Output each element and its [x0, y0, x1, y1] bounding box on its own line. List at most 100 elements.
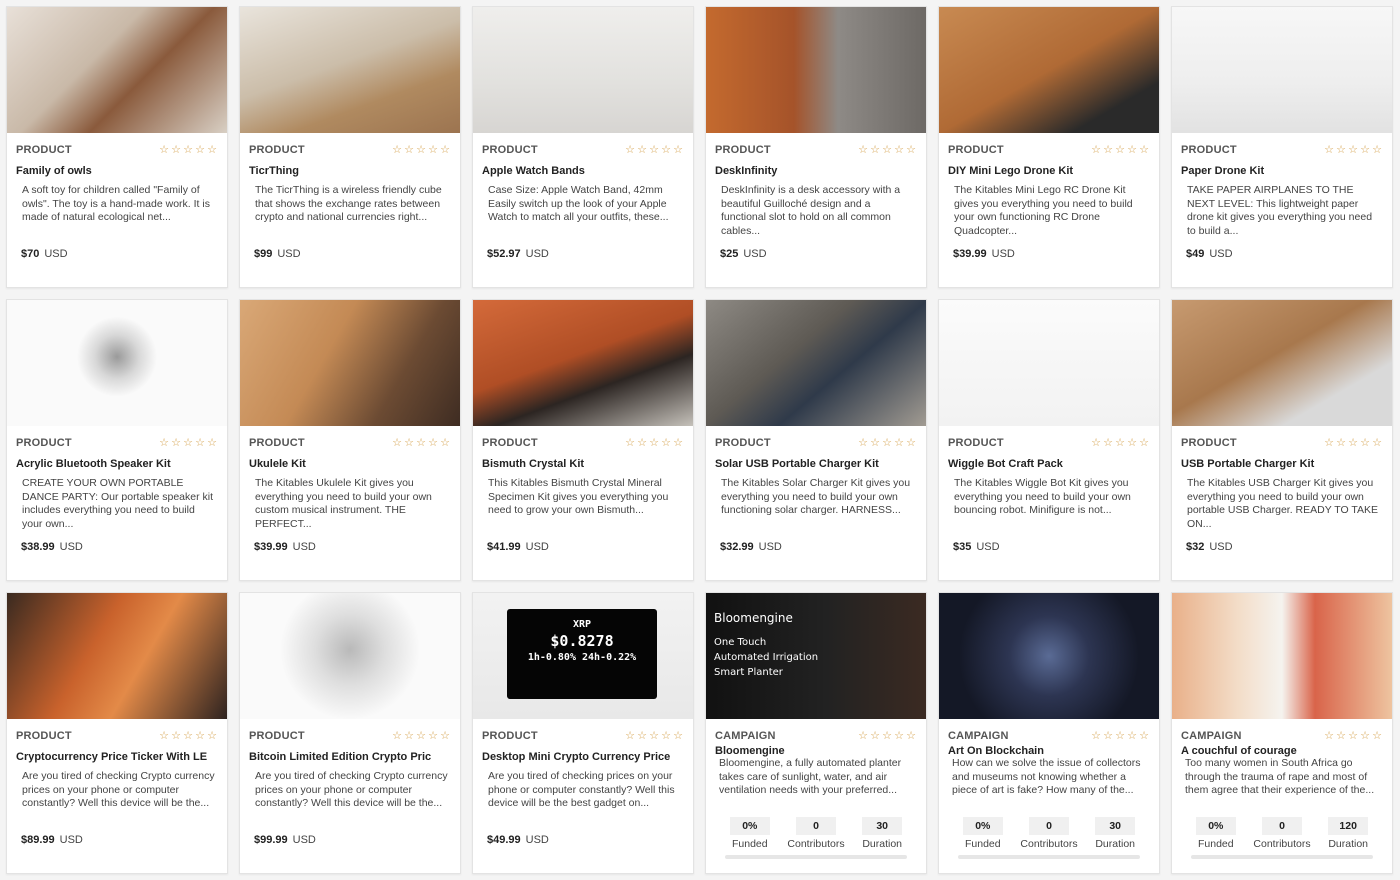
star-icon[interactable]: ☆	[182, 437, 194, 449]
item-title[interactable]: Bloomengine	[715, 745, 917, 757]
star-icon[interactable]: ☆	[1335, 437, 1347, 449]
paper-drone-image[interactable]	[1172, 7, 1392, 133]
star-icon[interactable]: ☆	[672, 730, 684, 742]
star-icon[interactable]: ☆	[170, 437, 182, 449]
star-icon[interactable]: ☆	[403, 730, 415, 742]
item-title[interactable]: Family of owls	[16, 165, 218, 177]
star-icon[interactable]: ☆	[869, 730, 881, 742]
bismuth-image[interactable]	[473, 300, 693, 426]
star-icon[interactable]: ☆	[648, 144, 660, 156]
star-icon[interactable]: ☆	[427, 437, 439, 449]
star-icon[interactable]: ☆	[1323, 144, 1335, 156]
star-icon[interactable]: ☆	[1114, 144, 1126, 156]
item-title[interactable]: Apple Watch Bands	[482, 165, 684, 177]
item-title[interactable]: A couchful of courage	[1181, 745, 1383, 757]
ticker-image[interactable]	[7, 593, 227, 719]
star-icon[interactable]: ☆	[893, 144, 905, 156]
star-icon[interactable]: ☆	[881, 437, 893, 449]
star-icon[interactable]: ☆	[403, 437, 415, 449]
campaign-card[interactable]: CAMPAIGN ☆ ☆ ☆ ☆ ☆ Art On Blockchain How can we…	[938, 592, 1160, 874]
star-icon[interactable]: ☆	[1335, 144, 1347, 156]
campaign-card[interactable]: CAMPAIGN ☆ ☆ ☆ ☆ ☆ A couchful of courage Too ma…	[1171, 592, 1393, 874]
star-icon[interactable]: ☆	[1126, 437, 1138, 449]
star-icon[interactable]: ☆	[182, 144, 194, 156]
item-title[interactable]: Desktop Mini Crypto Currency Price	[482, 751, 684, 763]
star-icon[interactable]: ☆	[869, 144, 881, 156]
drone-image[interactable]	[939, 7, 1159, 133]
star-icon[interactable]: ☆	[391, 144, 403, 156]
ticrthing-image[interactable]	[240, 7, 460, 133]
star-icon[interactable]: ☆	[427, 730, 439, 742]
product-card[interactable]: PRODUCT ☆ ☆ ☆ ☆ ☆ Family of owls A soft toy for…	[6, 6, 228, 288]
star-icon[interactable]: ☆	[624, 730, 636, 742]
star-icon[interactable]: ☆	[1347, 437, 1359, 449]
rating-stars[interactable]: ☆ ☆ ☆ ☆ ☆	[1323, 730, 1383, 742]
star-icon[interactable]: ☆	[1371, 730, 1383, 742]
star-icon[interactable]: ☆	[624, 437, 636, 449]
star-icon[interactable]: ☆	[881, 730, 893, 742]
star-icon[interactable]: ☆	[1114, 437, 1126, 449]
star-icon[interactable]: ☆	[415, 730, 427, 742]
rating-stars[interactable]: ☆ ☆ ☆ ☆ ☆	[1090, 144, 1150, 156]
star-icon[interactable]: ☆	[1126, 730, 1138, 742]
item-title[interactable]: Solar USB Portable Charger Kit	[715, 458, 917, 470]
bloomengine-image[interactable]: Bloomengine One Touch Automated Irrigation…	[706, 593, 926, 719]
star-icon[interactable]: ☆	[672, 144, 684, 156]
star-icon[interactable]: ☆	[415, 144, 427, 156]
star-icon[interactable]: ☆	[636, 144, 648, 156]
star-icon[interactable]: ☆	[1102, 730, 1114, 742]
star-icon[interactable]: ☆	[1359, 144, 1371, 156]
item-title[interactable]: Art On Blockchain	[948, 745, 1150, 757]
rating-stars[interactable]: ☆ ☆ ☆ ☆ ☆	[391, 144, 451, 156]
rating-stars[interactable]: ☆ ☆ ☆ ☆ ☆	[158, 144, 218, 156]
star-icon[interactable]: ☆	[158, 437, 170, 449]
item-title[interactable]: Acrylic Bluetooth Speaker Kit	[16, 458, 218, 470]
star-icon[interactable]: ☆	[439, 144, 451, 156]
star-icon[interactable]: ☆	[194, 144, 206, 156]
star-icon[interactable]: ☆	[893, 730, 905, 742]
rating-stars[interactable]: ☆ ☆ ☆ ☆ ☆	[158, 437, 218, 449]
rating-stars[interactable]: ☆ ☆ ☆ ☆ ☆	[624, 437, 684, 449]
rating-stars[interactable]: ☆ ☆ ☆ ☆ ☆	[857, 730, 917, 742]
star-icon[interactable]: ☆	[194, 730, 206, 742]
star-icon[interactable]: ☆	[439, 437, 451, 449]
star-icon[interactable]: ☆	[857, 437, 869, 449]
item-title[interactable]: TicrThing	[249, 165, 451, 177]
product-card[interactable]: XRP $0.8278 1h-0.80% 24h-0.22% PRODUCT ☆ ☆ ☆ ☆ ☆…	[472, 592, 694, 874]
item-title[interactable]: Ukulele Kit	[249, 458, 451, 470]
star-icon[interactable]: ☆	[893, 437, 905, 449]
ukulele-image[interactable]	[240, 300, 460, 426]
star-icon[interactable]: ☆	[391, 730, 403, 742]
star-icon[interactable]: ☆	[857, 144, 869, 156]
star-icon[interactable]: ☆	[439, 730, 451, 742]
star-icon[interactable]: ☆	[1102, 144, 1114, 156]
rating-stars[interactable]: ☆ ☆ ☆ ☆ ☆	[857, 144, 917, 156]
star-icon[interactable]: ☆	[1138, 144, 1150, 156]
campaign-card[interactable]: Bloomengine One Touch Automated Irrigation…	[705, 592, 927, 874]
star-icon[interactable]: ☆	[1359, 730, 1371, 742]
star-icon[interactable]: ☆	[1090, 730, 1102, 742]
rating-stars[interactable]: ☆ ☆ ☆ ☆ ☆	[391, 730, 451, 742]
star-icon[interactable]: ☆	[158, 144, 170, 156]
star-icon[interactable]: ☆	[1323, 730, 1335, 742]
owls-image[interactable]	[7, 7, 227, 133]
rating-stars[interactable]: ☆ ☆ ☆ ☆ ☆	[1090, 730, 1150, 742]
star-icon[interactable]: ☆	[857, 730, 869, 742]
star-icon[interactable]: ☆	[1347, 144, 1359, 156]
star-icon[interactable]: ☆	[636, 730, 648, 742]
star-icon[interactable]: ☆	[391, 437, 403, 449]
rating-stars[interactable]: ☆ ☆ ☆ ☆ ☆	[158, 730, 218, 742]
usb-charger-image[interactable]	[1172, 300, 1392, 426]
product-card[interactable]: PRODUCT ☆ ☆ ☆ ☆ ☆ DeskInfinity DeskInfinity is …	[705, 6, 927, 288]
star-icon[interactable]: ☆	[1323, 437, 1335, 449]
rating-stars[interactable]: ☆ ☆ ☆ ☆ ☆	[624, 144, 684, 156]
star-icon[interactable]: ☆	[1090, 437, 1102, 449]
item-title[interactable]: Cryptocurrency Price Ticker With LE	[16, 751, 218, 763]
star-icon[interactable]: ☆	[905, 437, 917, 449]
courage-image[interactable]	[1172, 593, 1392, 719]
item-title[interactable]: USB Portable Charger Kit	[1181, 458, 1383, 470]
star-icon[interactable]: ☆	[624, 144, 636, 156]
speaker-image[interactable]	[7, 300, 227, 426]
star-icon[interactable]: ☆	[1347, 730, 1359, 742]
rating-stars[interactable]: ☆ ☆ ☆ ☆ ☆	[1090, 437, 1150, 449]
